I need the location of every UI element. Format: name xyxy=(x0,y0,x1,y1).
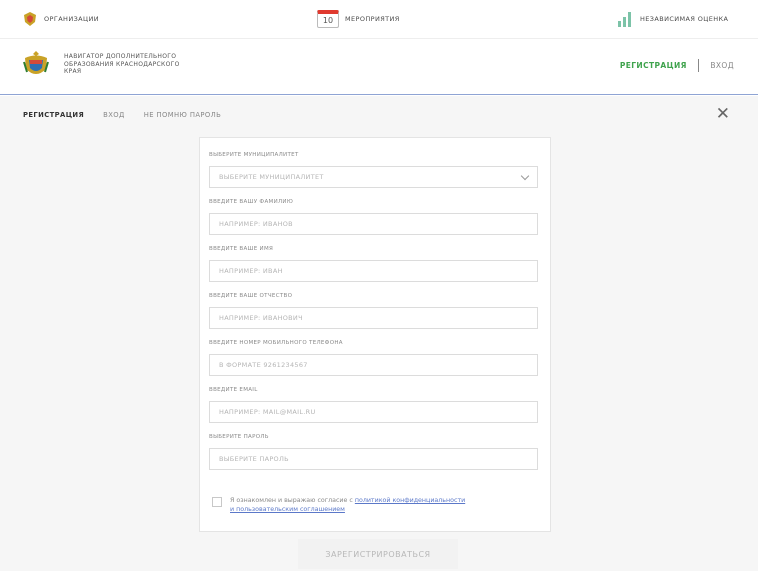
email-label: ВВЕДИТЕ EMAIL xyxy=(209,387,258,393)
consent-checkbox[interactable] xyxy=(212,497,222,507)
auth-tabs: РЕГИСТРАЦИЯ ВХОД НЕ ПОМНЮ ПАРОЛЬ xyxy=(0,96,758,134)
municipality-select[interactable]: ВЫБЕРИТЕ МУНИЦИПАЛИТЕТ xyxy=(209,166,538,188)
calendar-icon: 10 xyxy=(317,10,339,28)
password-field: ВЫБЕРИТЕ ПАРОЛЬ ВЫБЕРИТЕ ПАРОЛЬ xyxy=(209,434,538,470)
password-label: ВЫБЕРИТЕ ПАРОЛЬ xyxy=(209,434,269,440)
name-input[interactable]: НАПРИМЕР: ИВАН xyxy=(209,260,538,282)
calendar-day: 10 xyxy=(322,15,334,25)
municipality-label: ВЫБЕРИТЕ МУНИЦИПАЛИТЕТ xyxy=(209,152,299,158)
content-area: ВЫБЕРИТЕ МУНИЦИПАЛИТЕТ ВЫБЕРИТЕ МУНИЦИПА… xyxy=(0,134,758,571)
email-input[interactable]: НАПРИМЕР: MAIL@MAIL.RU xyxy=(209,401,538,423)
header-login-link[interactable]: ВХОД xyxy=(710,61,734,70)
municipality-placeholder: ВЫБЕРИТЕ МУНИЦИПАЛИТЕТ xyxy=(219,173,324,181)
privacy-policy-link[interactable]: политикой конфиденциальности xyxy=(355,497,465,504)
header-register-link[interactable]: РЕГИСТРАЦИЯ xyxy=(620,61,687,70)
phone-label: ВВЕДИТЕ НОМЕР МОБИЛЬНОГО ТЕЛЕФОНА xyxy=(209,340,343,346)
consent-text: Я ознакомлен и выражаю согласие с полити… xyxy=(230,496,465,514)
consent-block: Я ознакомлен и выражаю согласие с полити… xyxy=(212,496,542,514)
surname-input[interactable]: НАПРИМЕР: ИВАНОВ xyxy=(209,213,538,235)
consent-prefix: Я ознакомлен и выражаю согласие с xyxy=(230,497,355,504)
email-placeholder: НАПРИМЕР: MAIL@MAIL.RU xyxy=(219,408,316,416)
name-placeholder: НАПРИМЕР: ИВАН xyxy=(219,267,283,275)
name-field: ВВЕДИТЕ ВАШЕ ИМЯ НАПРИМЕР: ИВАН xyxy=(209,246,538,282)
tab-login[interactable]: ВХОД xyxy=(103,111,125,119)
surname-field: ВВЕДИТЕ ВАШУ ФАМИЛИЮ НАПРИМЕР: ИВАНОВ xyxy=(209,199,538,235)
crest-icon xyxy=(24,12,36,26)
registration-form: ВЫБЕРИТЕ МУНИЦИПАЛИТЕТ ВЫБЕРИТЕ МУНИЦИПА… xyxy=(199,137,551,532)
chevron-down-icon xyxy=(520,171,530,181)
organizations-link[interactable]: ОРГАНИЗАЦИИ xyxy=(22,0,99,38)
name-label: ВВЕДИТЕ ВАШЕ ИМЯ xyxy=(209,246,274,252)
close-icon[interactable]: ✕ xyxy=(716,106,730,123)
brand-line-1: НАВИГАТОР ДОПОЛНИТЕЛЬНОГО xyxy=(64,53,177,60)
patronymic-input[interactable]: НАПРИМЕР: ИВАНОВИЧ xyxy=(209,307,538,329)
auth-divider xyxy=(697,59,700,72)
brand-title: НАВИГАТОР ДОПОЛНИТЕЛЬНОГО ОБРАЗОВАНИЯ КР… xyxy=(64,53,214,76)
password-input[interactable]: ВЫБЕРИТЕ ПАРОЛЬ xyxy=(209,448,538,470)
top-navigation-bar: ОРГАНИЗАЦИИ 10 МЕРОПРИЯТИЯ НЕЗАВИСИМАЯ О… xyxy=(0,0,758,38)
surname-placeholder: НАПРИМЕР: ИВАНОВ xyxy=(219,220,293,228)
surname-label: ВВЕДИТЕ ВАШУ ФАМИЛИЮ xyxy=(209,199,294,205)
bar-chart-icon xyxy=(618,11,634,27)
patronymic-placeholder: НАПРИМЕР: ИВАНОВИЧ xyxy=(219,314,303,322)
email-field: ВВЕДИТЕ EMAIL НАПРИМЕР: MAIL@MAIL.RU xyxy=(209,387,538,423)
phone-field: ВВЕДИТЕ НОМЕР МОБИЛЬНОГО ТЕЛЕФОНА В ФОРМ… xyxy=(209,340,538,376)
krasnodar-crest-logo[interactable] xyxy=(22,50,50,80)
auth-links: РЕГИСТРАЦИЯ ВХОД xyxy=(620,59,734,72)
tab-registration[interactable]: РЕГИСТРАЦИЯ xyxy=(23,111,84,119)
patronymic-label: ВВЕДИТЕ ВАШЕ ОТЧЕСТВО xyxy=(209,293,293,299)
password-placeholder: ВЫБЕРИТЕ ПАРОЛЬ xyxy=(219,455,289,463)
patronymic-field: ВВЕДИТЕ ВАШЕ ОТЧЕСТВО НАПРИМЕР: ИВАНОВИЧ xyxy=(209,293,538,329)
brand-line-2: ОБРАЗОВАНИЯ КРАСНОДАРСКОГО xyxy=(64,60,180,68)
phone-input[interactable]: В ФОРМАТЕ 9261234567 xyxy=(209,354,538,376)
register-button[interactable]: ЗАРЕГИСТРИРОВАТЬСЯ xyxy=(298,539,458,569)
events-label: МЕРОПРИЯТИЯ xyxy=(345,15,400,23)
tab-forgot-password[interactable]: НЕ ПОМНЮ ПАРОЛЬ xyxy=(144,111,221,119)
brand-line-3: КРАЯ xyxy=(64,68,82,75)
phone-placeholder: В ФОРМАТЕ 9261234567 xyxy=(219,361,308,369)
user-agreement-link[interactable]: и пользовательским соглашением xyxy=(230,506,345,513)
events-link[interactable]: 10 МЕРОПРИЯТИЯ xyxy=(317,0,400,38)
organizations-label: ОРГАНИЗАЦИИ xyxy=(44,15,99,23)
independent-assessment-label: НЕЗАВИСИМАЯ ОЦЕНКА xyxy=(640,15,729,23)
independent-assessment-link[interactable]: НЕЗАВИСИМАЯ ОЦЕНКА xyxy=(618,0,728,38)
site-header: НАВИГАТОР ДОПОЛНИТЕЛЬНОГО ОБРАЗОВАНИЯ КР… xyxy=(0,38,758,95)
municipality-field: ВЫБЕРИТЕ МУНИЦИПАЛИТЕТ ВЫБЕРИТЕ МУНИЦИПА… xyxy=(209,152,538,188)
